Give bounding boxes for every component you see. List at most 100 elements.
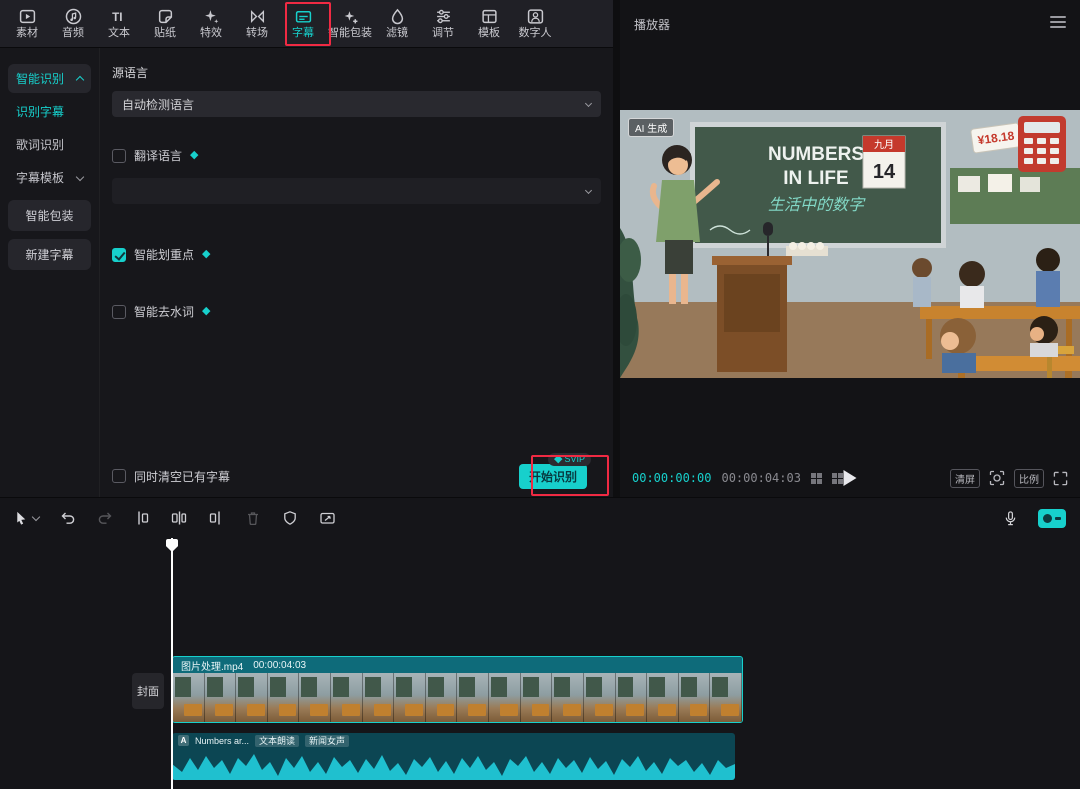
video-preview[interactable]: AI 生成 NUMBERS IN LIFE 生活中的数字 [620, 110, 1080, 378]
audio-icon [65, 8, 82, 25]
delete-button[interactable] [245, 510, 261, 526]
toolbar-item-adjust[interactable]: 调节 [420, 1, 466, 47]
voice-tag: 新闻女声 [305, 735, 349, 747]
toolbar-item-filters[interactable]: 滤镜 [374, 1, 420, 47]
svg-text:TI: TI [112, 11, 122, 24]
toolbar-item-label: 滤镜 [386, 28, 408, 39]
sidebar-item-lyrics-recognition[interactable]: 歌词识别 [8, 130, 91, 159]
translate-language-row[interactable]: 翻译语言 ◆ [112, 147, 601, 164]
sidebar-item-subtitle-templates[interactable]: 字幕模板 [8, 163, 91, 192]
settings-bottom-bar: 同时清空已有字幕 ◆ SVIP 开始识别 [100, 455, 613, 497]
start-area: ◆ SVIP 开始识别 [519, 464, 587, 489]
total-duration: 00:00:04:03 [721, 471, 800, 485]
source-language-label: 源语言 [112, 64, 601, 81]
fullscreen-icon[interactable] [1053, 471, 1068, 486]
toolbar-item-text[interactable]: TI 文本 [96, 1, 142, 47]
toolbar-item-effects[interactable]: 特效 [188, 1, 234, 47]
chevron-down-icon [76, 172, 84, 180]
sidebar-item-label: 智能识别 [16, 70, 64, 87]
clear-existing-checkbox[interactable] [112, 469, 126, 483]
app-window: 素材 音频 TI 文本 贴纸 特效 转场 字幕 智能包装 [0, 0, 1080, 789]
sidebar-button-smart-packaging[interactable]: 智能包装 [8, 200, 91, 231]
cover-button[interactable]: 封面 [132, 673, 164, 709]
toolbar-item-captions[interactable]: 字幕 [280, 1, 326, 47]
smart-remove-filler-row[interactable]: 智能去水词 ◆ [112, 303, 601, 320]
video-clip-header: 图片处理.mp4 00:00:04:03 [173, 657, 742, 673]
audio-waveform [172, 749, 735, 780]
smart-remove-filler-checkbox[interactable] [112, 305, 126, 319]
video-clip-name: 图片处理.mp4 [181, 658, 243, 673]
clear-existing-row[interactable]: 同时清空已有字幕 [112, 468, 230, 485]
toolbar-item-audio[interactable]: 音频 [50, 1, 96, 47]
toolbar-item-sticker[interactable]: 贴纸 [142, 1, 188, 47]
toolbar-item-media[interactable]: 素材 [4, 1, 50, 47]
chevron-down-icon [585, 99, 592, 106]
redo-button[interactable] [97, 510, 113, 526]
player-menu-icon[interactable] [1050, 16, 1066, 28]
toolbar-item-label: 特效 [200, 28, 222, 39]
select-tool[interactable] [14, 510, 39, 526]
translate-language-label: 翻译语言 [134, 147, 182, 164]
filter-icon [389, 8, 406, 25]
playhead[interactable] [171, 538, 173, 789]
adjust-icon [435, 8, 452, 25]
video-clip[interactable]: 图片处理.mp4 00:00:04:03 [172, 656, 743, 723]
translate-language-select[interactable] [112, 178, 601, 204]
sidebar-button-new-subtitle[interactable]: 新建字幕 [8, 239, 91, 270]
chevron-down-icon [32, 513, 40, 521]
toolbar-item-templates[interactable]: 模板 [466, 1, 512, 47]
svg-text:14: 14 [873, 161, 896, 183]
smart-highlight-row[interactable]: 智能划重点 ◆ [112, 246, 601, 263]
source-language-value: 自动检测语言 [122, 96, 194, 113]
delete-right-icon[interactable] [208, 510, 224, 526]
toolbar-item-label: 文本 [108, 28, 130, 39]
sidebar-item-smart-recognition[interactable]: 智能识别 [8, 64, 91, 93]
template-icon [481, 8, 498, 25]
svip-badge: ◆ SVIP [548, 453, 591, 466]
delete-left-icon[interactable] [171, 510, 187, 526]
calendar-graphic: 九月 14 [863, 136, 905, 188]
vip-diamond-icon: ◆ [202, 249, 210, 260]
smart-highlight-checkbox[interactable] [112, 248, 126, 262]
captions-sidebar: 智能识别 识别字幕 歌词识别 字幕模板 智能包装 新建字幕 [0, 48, 100, 497]
layout-grid-icon-2[interactable] [832, 473, 843, 484]
start-recognition-button[interactable]: 开始识别 [519, 464, 587, 489]
preview-focus-icon[interactable] [989, 470, 1005, 486]
audio-clip-name: Numbers ar... [195, 736, 249, 746]
clear-screen-button[interactable]: 清屏 [950, 469, 980, 488]
undo-button[interactable] [60, 510, 76, 526]
toolbar-item-smart-packaging[interactable]: 智能包装 [326, 1, 374, 47]
source-language-select[interactable]: 自动检测语言 [112, 91, 601, 117]
aspect-ratio-button[interactable]: 比例 [1014, 469, 1044, 488]
translate-language-checkbox[interactable] [112, 149, 126, 163]
toolbar-item-digital-human[interactable]: 数字人 [512, 1, 558, 47]
svg-text:生活中的数字: 生活中的数字 [768, 196, 866, 214]
smart-remove-filler-label: 智能去水词 [134, 303, 194, 320]
play-button[interactable] [844, 470, 857, 486]
microphone-icon[interactable] [1003, 510, 1018, 527]
digital-human-icon [527, 8, 544, 25]
edit-box-icon[interactable] [319, 510, 336, 526]
current-time: 00:00:00:00 [632, 471, 711, 485]
calculator-graphic [1018, 116, 1066, 172]
vip-diamond-icon: ◆ [554, 454, 562, 465]
smart-record-toggle[interactable] [1038, 509, 1066, 528]
cursor-icon [14, 510, 29, 526]
audio-clip[interactable]: A Numbers ar... 文本朗读 新闻女声 [172, 733, 735, 780]
mask-icon[interactable] [282, 510, 298, 526]
ai-generated-badge: AI 生成 [628, 118, 674, 137]
effects-icon [203, 8, 220, 25]
sidebar-item-recognize-subtitles[interactable]: 识别字幕 [8, 97, 91, 126]
split-icon[interactable] [134, 510, 150, 526]
toolbar-item-label: 数字人 [519, 28, 552, 39]
toolbar-item-label: 智能包装 [328, 28, 372, 39]
toolbar-item-label: 素材 [16, 28, 38, 39]
smart-packaging-icon [342, 8, 359, 25]
video-clip-duration: 00:00:04:03 [253, 660, 306, 671]
sidebar-item-label: 歌词识别 [16, 136, 64, 153]
sticker-icon [157, 8, 174, 25]
chevron-up-icon [76, 76, 84, 84]
toolbar-item-transition[interactable]: 转场 [234, 1, 280, 47]
smart-highlight-label: 智能划重点 [134, 246, 194, 263]
layout-grid-icon[interactable] [811, 473, 822, 484]
